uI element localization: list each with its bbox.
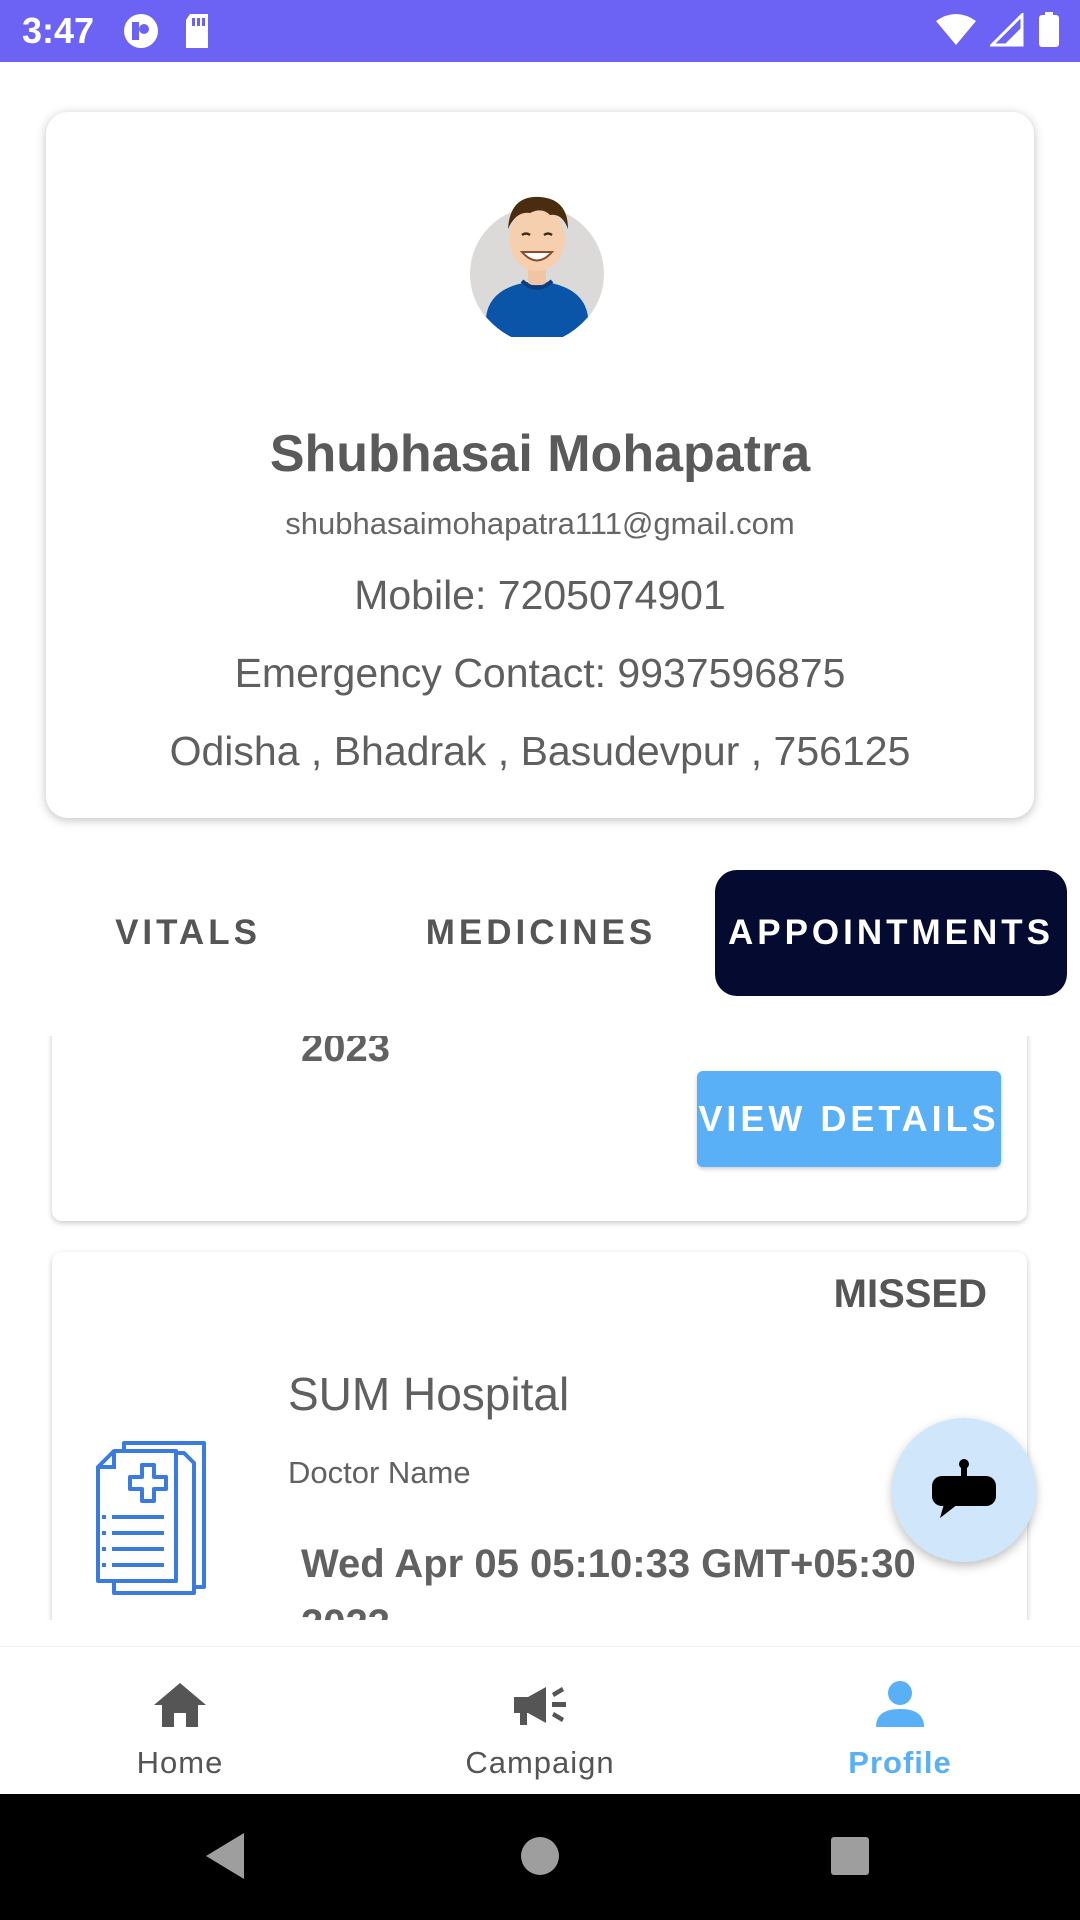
home-icon [154, 1683, 206, 1727]
wifi-icon [936, 14, 976, 45]
bottom-navigation: Home Campaign Profile [0, 1646, 1080, 1795]
app-notification-icon [124, 14, 158, 48]
view-details-button[interactable]: VIEW DETAILS [697, 1071, 1001, 1167]
status-system-icons [936, 12, 1060, 48]
medical-report-icon [96, 1441, 206, 1595]
profile-email: shubhasaimohapatra111@gmail.com [285, 506, 795, 541]
nav-profile[interactable]: Profile [720, 1647, 1080, 1795]
appointment-card: 2023 VIEW DETAILS [52, 1036, 1027, 1221]
profile-card: Shubhasai Mohapatra shubhasaimohapatra11… [46, 112, 1034, 818]
appointment-status-badge: MISSED [833, 1272, 987, 1316]
nav-home[interactable]: Home [0, 1647, 360, 1795]
appointment-card[interactable]: MISSED SUM Hospital Doctor Name Wed Apr … [52, 1252, 1027, 1620]
tab-vitals[interactable]: VITALS [48, 870, 328, 996]
person-icon [876, 1681, 924, 1727]
hospital-name: SUM Hospital [288, 1368, 570, 1420]
status-bar: 3:47 [0, 0, 1080, 62]
tab-medicines[interactable]: MEDICINES [400, 870, 682, 996]
avatar [470, 196, 604, 341]
profile-address: Odisha , Bhadrak , Basudevpur , 756125 [169, 728, 911, 774]
back-icon[interactable] [204, 1831, 248, 1881]
status-notification-icons [122, 12, 212, 50]
nav-home-label: Home [136, 1745, 224, 1780]
nav-profile-label: Profile [848, 1745, 952, 1780]
system-navigation-bar [0, 1794, 1080, 1920]
profile-tabs: VITALS MEDICINES APPOINTMENTS [0, 870, 1080, 998]
tab-appointments[interactable]: APPOINTMENTS [715, 870, 1067, 996]
sd-card-icon [186, 14, 208, 48]
profile-mobile: Mobile: 7205074901 [354, 572, 726, 618]
appointment-date: 2023 [301, 1036, 390, 1070]
signal-icon [990, 13, 1024, 47]
nav-campaign[interactable]: Campaign [360, 1647, 720, 1795]
megaphone-icon [514, 1687, 566, 1725]
appointment-date: Wed Apr 05 05:10:33 GMT+05:30 [301, 1542, 916, 1586]
chatbot-fab[interactable] [892, 1418, 1036, 1562]
profile-name: Shubhasai Mohapatra [269, 425, 811, 483]
battery-icon [1039, 12, 1059, 47]
nav-campaign-label: Campaign [465, 1745, 615, 1780]
home-circle-icon[interactable] [520, 1836, 560, 1876]
doctor-name: Doctor Name [288, 1455, 471, 1490]
chatbot-icon [932, 1459, 996, 1518]
profile-emergency-contact: Emergency Contact: 9937596875 [234, 650, 846, 696]
appointment-date-year: 2023 [301, 1602, 390, 1620]
avatar-image [470, 196, 604, 337]
status-time: 3:47 [22, 10, 95, 51]
recents-icon[interactable] [830, 1836, 870, 1876]
